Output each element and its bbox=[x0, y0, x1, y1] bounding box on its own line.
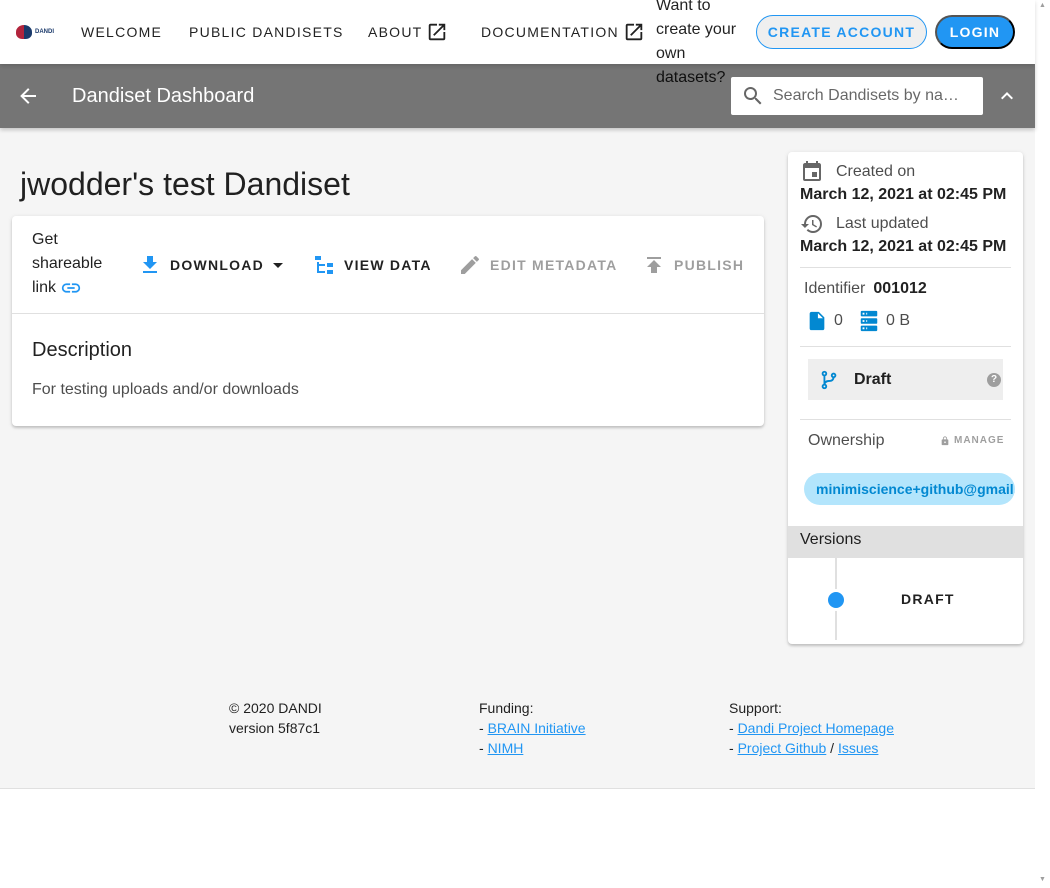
identifier-row: Identifier 001012 bbox=[804, 280, 927, 298]
identifier-label: Identifier bbox=[804, 280, 866, 297]
footer: © 2020 DANDI version 5f87c1 Funding: - B… bbox=[0, 690, 1035, 789]
description-heading: Description bbox=[32, 339, 133, 361]
manage-owners-button[interactable]: MANAGE bbox=[940, 435, 1004, 446]
database-icon bbox=[860, 310, 878, 332]
footer-version: version 5f87c1 bbox=[229, 720, 321, 736]
history-icon bbox=[801, 215, 822, 233]
login-button[interactable]: LOGIN bbox=[935, 15, 1015, 49]
publish-label: PUBLISH bbox=[674, 257, 745, 273]
project-github-link[interactable]: Project Github bbox=[738, 740, 827, 756]
brain-initiative-link[interactable]: BRAIN Initiative bbox=[488, 720, 586, 736]
footer-about: © 2020 DANDI version 5f87c1 bbox=[229, 698, 322, 738]
help-circle-icon[interactable]: ? bbox=[987, 373, 1001, 387]
list-dash: - bbox=[479, 740, 484, 756]
file-icon bbox=[809, 311, 825, 331]
view-data-button[interactable]: VIEW DATA bbox=[312, 253, 432, 277]
dandiset-title: jwodder's test Dandiset bbox=[20, 166, 350, 202]
draft-version-selector[interactable]: Draft ? bbox=[808, 359, 1003, 400]
nav-about-label: ABOUT bbox=[368, 24, 423, 40]
edit-metadata-label: EDIT METADATA bbox=[490, 257, 618, 273]
brain-logo-icon bbox=[16, 25, 32, 39]
size-value: 0 B bbox=[886, 312, 911, 329]
vertical-scrollbar[interactable]: ▲ ▼ bbox=[1035, 0, 1050, 888]
top-app-bar: DANDI WELCOME PUBLIC DANDISETS ABOUT DOC… bbox=[0, 0, 1035, 86]
create-account-button[interactable]: CREATE ACCOUNT bbox=[756, 15, 927, 49]
footer-funding: Funding: - BRAIN Initiative - NIMH bbox=[479, 698, 586, 758]
identifier-value: 001012 bbox=[873, 280, 927, 297]
share-link-button[interactable]: Get shareable link bbox=[32, 228, 112, 300]
footer-copyright: © 2020 DANDI bbox=[229, 700, 322, 716]
created-value: March 12, 2021 at 02:45 PM bbox=[800, 186, 1007, 203]
file-count: 0 bbox=[806, 310, 843, 332]
pencil-icon bbox=[461, 255, 480, 274]
lock-icon bbox=[941, 435, 949, 445]
funding-label: Funding: bbox=[479, 700, 534, 716]
logo-text: DANDI bbox=[35, 29, 54, 35]
link-icon bbox=[62, 283, 81, 293]
nav-documentation-label: DOCUMENTATION bbox=[481, 24, 619, 40]
divider bbox=[800, 419, 1011, 420]
dandiset-metadata-card: Created on March 12, 2021 at 02:45 PM La… bbox=[788, 152, 1023, 644]
nav-documentation[interactable]: DOCUMENTATION bbox=[481, 0, 645, 64]
chevron-up-icon[interactable] bbox=[995, 84, 1019, 113]
arrow-back-icon[interactable] bbox=[16, 84, 40, 113]
open-in-new-icon bbox=[429, 23, 446, 41]
created-label: Created on bbox=[836, 163, 916, 180]
divider bbox=[800, 346, 1011, 347]
created-row: Created on bbox=[800, 160, 915, 184]
dandiset-size: 0 B bbox=[858, 310, 910, 332]
search-input[interactable] bbox=[773, 87, 973, 105]
search-box[interactable] bbox=[731, 77, 983, 115]
issues-link[interactable]: Issues bbox=[838, 740, 878, 756]
nav-about[interactable]: ABOUT bbox=[368, 0, 448, 64]
draft-label: Draft bbox=[854, 370, 892, 388]
project-homepage-link[interactable]: Dandi Project Homepage bbox=[738, 720, 894, 736]
list-dash: - bbox=[729, 740, 734, 756]
nimh-link[interactable]: NIMH bbox=[488, 740, 524, 756]
file-tree-icon bbox=[315, 256, 333, 274]
download-button[interactable]: DOWNLOAD bbox=[138, 253, 290, 277]
nav-public-dandisets[interactable]: PUBLIC DANDISETS bbox=[189, 0, 344, 64]
page-title: Dandiset Dashboard bbox=[72, 85, 255, 107]
download-label: DOWNLOAD bbox=[170, 257, 264, 273]
ownership-label: Ownership bbox=[808, 432, 885, 449]
publish-button[interactable]: PUBLISH bbox=[642, 253, 744, 277]
version-draft-button[interactable]: DRAFT bbox=[901, 591, 955, 607]
menu-down-icon bbox=[273, 263, 283, 268]
divider bbox=[800, 267, 1011, 268]
dashboard-toolbar: Dandiset Dashboard bbox=[0, 64, 1035, 128]
dandiset-main-card: Get shareable link DOWNLOAD VIEW DATA ED… bbox=[12, 216, 764, 426]
updated-row: Last updated bbox=[800, 212, 929, 236]
upload-icon bbox=[647, 257, 661, 273]
action-bar: Get shareable link DOWNLOAD VIEW DATA ED… bbox=[12, 216, 764, 314]
link-separator: / bbox=[830, 740, 835, 756]
scroll-up-arrow-icon[interactable]: ▲ bbox=[1039, 2, 1046, 9]
file-count-value: 0 bbox=[834, 312, 843, 329]
description-text: For testing uploads and/or downloads bbox=[32, 381, 299, 398]
nav-welcome[interactable]: WELCOME bbox=[81, 0, 162, 64]
list-dash: - bbox=[729, 720, 734, 736]
support-label: Support: bbox=[729, 700, 782, 716]
manage-label: MANAGE bbox=[954, 435, 1005, 446]
footer-support: Support: - Dandi Project Homepage - Proj… bbox=[729, 698, 894, 758]
updated-label: Last updated bbox=[836, 215, 929, 232]
view-data-label: VIEW DATA bbox=[344, 257, 432, 273]
download-icon bbox=[143, 256, 157, 273]
version-timeline-dot bbox=[825, 589, 847, 611]
list-dash: - bbox=[479, 720, 484, 736]
versions-heading: Versions bbox=[788, 526, 1023, 558]
scroll-down-arrow-icon[interactable]: ▼ bbox=[1039, 876, 1046, 883]
page-bottom-area bbox=[0, 789, 1035, 888]
create-datasets-prompt: Want to create your own datasets? bbox=[656, 0, 737, 86]
source-branch-icon bbox=[821, 370, 837, 389]
open-in-new-icon bbox=[625, 23, 643, 41]
owner-chip[interactable]: minimiscience+github@gmail.com bbox=[804, 473, 1015, 505]
calendar-icon bbox=[803, 161, 821, 181]
edit-metadata-button[interactable]: EDIT METADATA bbox=[458, 253, 617, 277]
updated-value: March 12, 2021 at 02:45 PM bbox=[800, 238, 1007, 255]
dandi-logo[interactable]: DANDI bbox=[16, 24, 58, 40]
